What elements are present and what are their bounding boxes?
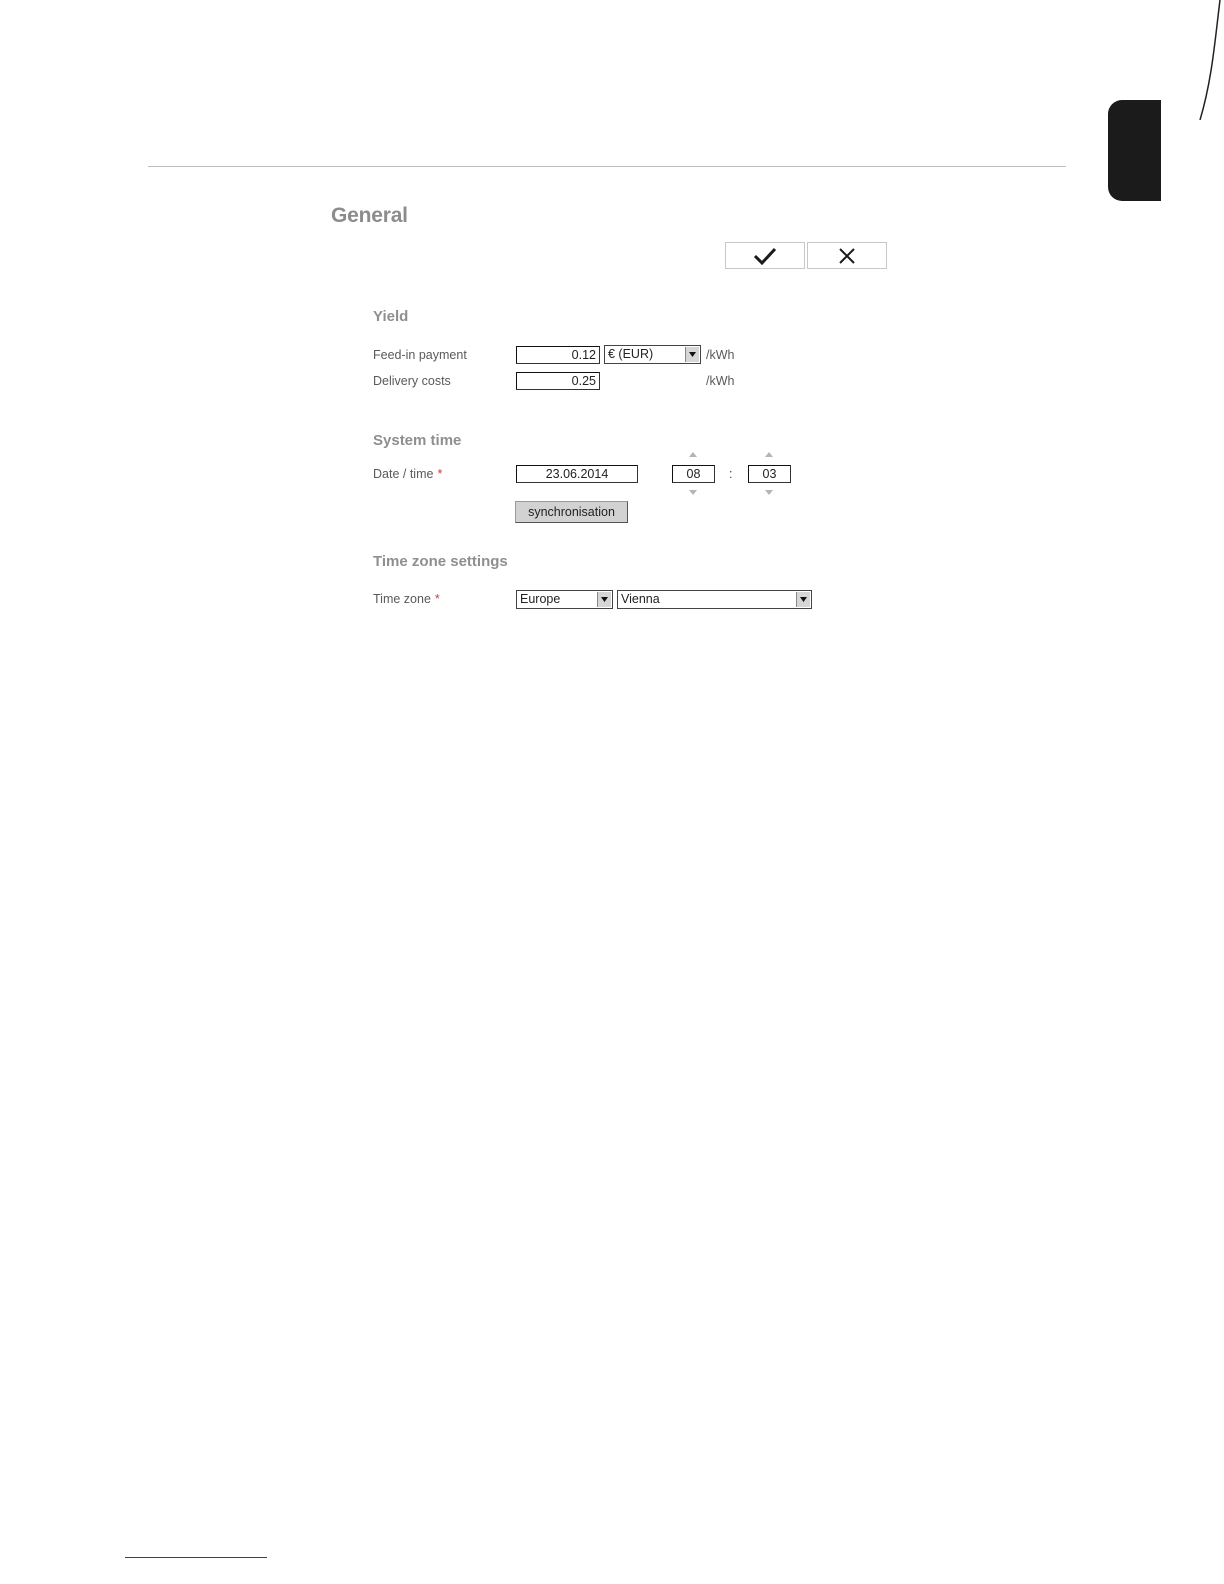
currency-select[interactable]: € (EUR) [604,345,701,364]
region-select-value: Europe [520,592,561,606]
footer-link-underline [125,1557,267,1558]
city-select[interactable]: Vienna [617,590,812,609]
delivery-costs-label: Delivery costs [373,374,451,388]
time-zone-label: Time zone * [373,592,440,606]
section-title-yield: Yield [373,308,409,325]
date-input[interactable]: 23.06.2014 [516,465,638,483]
synchronisation-button[interactable]: synchronisation [515,501,628,523]
section-title-system-time: System time [373,432,462,449]
currency-select-value: € (EUR) [608,347,654,361]
chevron-down-icon [796,592,810,607]
chevron-down-icon [685,347,699,362]
hour-increment-icon[interactable] [689,452,697,457]
feed-in-payment-input[interactable]: 0.12 [516,346,600,364]
minute-increment-icon[interactable] [765,452,773,457]
save-button[interactable] [725,242,805,269]
close-icon [839,247,855,264]
page-title: General [331,204,408,227]
feed-in-unit: /kWh [706,348,735,362]
hour-decrement-icon[interactable] [689,490,697,495]
required-marker: * [434,592,440,606]
cancel-button[interactable] [807,242,887,269]
city-select-value: Vienna [621,592,660,606]
region-select[interactable]: Europe [516,590,613,609]
header-divider [148,166,1066,167]
required-marker: * [437,467,443,481]
date-time-label: Date / time * [373,467,443,481]
minute-decrement-icon[interactable] [765,490,773,495]
delivery-unit: /kWh [706,374,735,388]
time-separator: : [729,467,733,481]
chevron-down-icon [597,592,611,607]
hour-input[interactable]: 08 [672,465,715,483]
minute-input[interactable]: 03 [748,465,791,483]
chapter-tab [1108,100,1161,201]
checkmark-icon [753,247,777,265]
feed-in-payment-label: Feed-in payment [373,348,467,362]
section-title-time-zone: Time zone settings [373,553,508,570]
delivery-costs-input[interactable]: 0.25 [516,372,600,390]
